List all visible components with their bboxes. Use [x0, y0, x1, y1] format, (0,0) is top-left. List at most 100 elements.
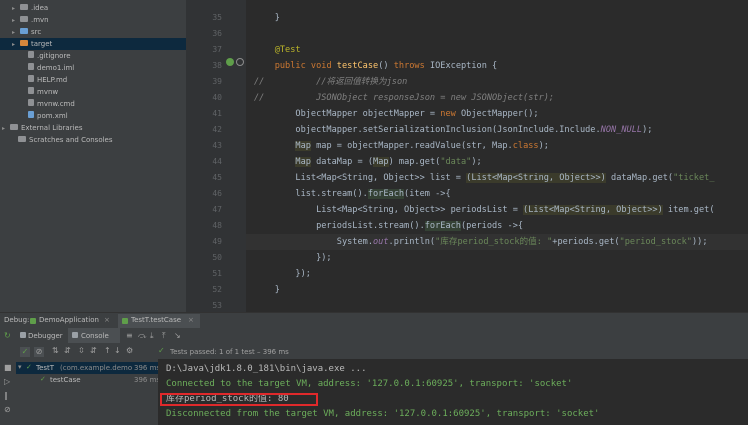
step-into-icon[interactable]: ⤓ — [150, 331, 154, 341]
resume-icon[interactable]: ▷ — [4, 377, 10, 386]
console-line: D:\Java\jdk1.8.0_181\bin\java.exe ... — [166, 364, 367, 374]
line-number: 38 — [212, 61, 222, 70]
show-passed-icon[interactable]: ✓ — [20, 347, 30, 357]
line-number: 40 — [212, 93, 222, 102]
line-number: 37 — [212, 45, 222, 54]
tree-item-label: mvnw — [37, 88, 59, 96]
tree-item[interactable]: demo1.iml — [0, 62, 186, 74]
file-icon — [28, 63, 34, 70]
passed-icon: ✓ — [40, 375, 46, 383]
code-line: // //将返回值转换为json — [254, 77, 408, 87]
sort-alpha-icon[interactable]: ⇅ — [52, 346, 59, 355]
line-number: 42 — [212, 125, 222, 134]
tree-item-label: .gitignore — [37, 52, 71, 60]
debug-toolwindow-header: Debug: DemoApplication × TestT.testCase … — [0, 312, 748, 330]
code-line: } — [254, 13, 280, 23]
tree-item[interactable]: HELP.md — [0, 74, 186, 86]
tree-item[interactable]: .gitignore — [0, 50, 186, 62]
tree-item-label: target — [31, 40, 53, 48]
line-number: 52 — [212, 285, 222, 294]
tab-console[interactable]: Console — [68, 328, 120, 343]
console-line: Disconnected from the target VM, address… — [166, 409, 600, 419]
mute-breakpoints-icon[interactable]: ⊘ — [4, 405, 11, 414]
tab-debugger[interactable]: Debugger — [16, 328, 68, 343]
code-line: // JSONObject responseJson = new JSONObj… — [254, 93, 555, 103]
line-number: 47 — [212, 205, 222, 214]
tree-item-label: mvnw.cmd — [37, 100, 75, 108]
console-output[interactable]: D:\Java\jdk1.8.0_181\bin\java.exe ... Co… — [158, 359, 748, 425]
passed-check-icon: ✓ — [158, 346, 165, 355]
run-to-cursor-icon[interactable]: ↘ — [174, 331, 181, 340]
file-icon — [28, 99, 34, 106]
tree-item[interactable]: mvnw — [0, 86, 186, 98]
tree-item-label: External Libraries — [21, 124, 83, 132]
tree-item-label: .idea — [31, 4, 49, 12]
chevron-down-icon: ▾ — [18, 363, 22, 371]
code-line: }); — [254, 269, 311, 279]
tree-item[interactable]: ▸ External Libraries — [0, 122, 186, 134]
test-package-label: (com.example.demo — [60, 364, 133, 372]
next-failed-icon[interactable]: ↓ — [114, 346, 121, 355]
test-duration: 396 ms — [134, 376, 161, 384]
tree-item[interactable]: Scratches and Consoles — [0, 134, 186, 146]
file-icon — [28, 111, 34, 118]
line-number: 46 — [212, 189, 222, 198]
fold-icon[interactable] — [236, 58, 244, 66]
code-line: @Test — [254, 45, 301, 55]
passed-icon: ✓ — [26, 363, 32, 371]
stop-icon[interactable]: ■ — [4, 363, 12, 372]
debug-subtabs: ↻ Debugger Console ≡ ⤼ ⤓ ⤒ ↘ — [0, 328, 748, 345]
run-test-gutter-icon[interactable] — [226, 58, 234, 66]
file-icon — [28, 51, 34, 58]
rerun-icon[interactable]: ↻ — [4, 331, 11, 340]
code-line: System.out.println("库存period_stock的值: "+… — [254, 237, 708, 247]
tab-label: DemoApplication — [39, 316, 99, 324]
debug-label: Debug: — [4, 316, 30, 324]
tree-item[interactable]: pom.xml — [0, 110, 186, 122]
tree-item[interactable]: ▸ .idea — [0, 2, 186, 14]
pause-icon[interactable]: ‖ — [4, 391, 8, 400]
tree-item-label: .mvn — [31, 16, 49, 24]
collapse-all-icon[interactable]: ⇵ — [90, 346, 97, 355]
debug-side-toolbar: ■ ▷ ‖ ⊘ — [0, 359, 16, 425]
tree-item-label: pom.xml — [37, 112, 68, 120]
console-line: Connected to the target VM, address: '12… — [166, 379, 573, 389]
project-tree: ▸ .idea ▸ .mvn ▸ src ▸ target .gitignore demo1.im… — [0, 0, 186, 312]
debug-tab-testcase[interactable]: TestT.testCase × — [118, 314, 200, 328]
test-row-testcase[interactable]: ✓ testCase 396 ms — [16, 374, 161, 386]
line-number: 36 — [212, 29, 222, 38]
step-out-icon[interactable]: ⤒ — [162, 331, 166, 341]
line-number: 51 — [212, 269, 222, 278]
line-number: 35 — [212, 13, 222, 22]
tree-item[interactable]: ▸ src — [0, 26, 186, 38]
line-number: 44 — [212, 157, 222, 166]
tree-item-label: Scratches and Consoles — [29, 136, 113, 144]
code-line: Map dataMap = (Map) map.get("data"); — [295, 157, 482, 167]
sort-duration-icon[interactable]: ⇵ — [64, 346, 71, 355]
close-icon[interactable]: × — [188, 316, 194, 324]
test-runner-toolbar: ✓ ⊘ ⇅ ⇵ ⇳ ⇵ ↑ ↓ ⚙ ✓ Tests passed: 1 of 1… — [0, 344, 748, 359]
run-config-icon — [30, 318, 36, 324]
tree-item[interactable]: ▸ .mvn — [0, 14, 186, 26]
line-number: 49 — [212, 237, 222, 246]
code-editor[interactable]: 35 36 37 38 39 40 41 42 43 44 45 46 47 48 49 50 51 52 53 }… — [186, 0, 748, 312]
tree-item-label: demo1.iml — [37, 64, 75, 72]
line-number: 50 — [212, 253, 222, 262]
test-results-tree: ▾ ✓ TestT (com.example.demo 396 ms ✓ tes… — [16, 359, 161, 425]
prev-failed-icon[interactable]: ↑ — [104, 346, 111, 355]
close-icon[interactable]: × — [104, 316, 110, 324]
expand-all-icon[interactable]: ⇳ — [78, 346, 85, 355]
tree-item[interactable]: ▸ target — [0, 38, 186, 50]
settings-icon[interactable]: ⚙ — [126, 346, 133, 355]
test-row-root[interactable]: ▾ ✓ TestT (com.example.demo 396 ms — [16, 362, 160, 374]
show-ignored-icon[interactable]: ⊘ — [34, 347, 44, 357]
tree-item[interactable]: mvnw.cmd — [0, 98, 186, 110]
code-line: List<Map<String, Object>> list = (List<M… — [254, 173, 715, 183]
menu-icon[interactable]: ≡ — [126, 331, 133, 340]
tab-label: Console — [81, 332, 109, 340]
folder-icon — [20, 28, 28, 34]
scratch-icon — [18, 136, 26, 142]
line-number: 48 — [212, 221, 222, 230]
step-over-icon[interactable]: ⤼ — [138, 331, 147, 341]
line-number: 45 — [212, 173, 222, 182]
